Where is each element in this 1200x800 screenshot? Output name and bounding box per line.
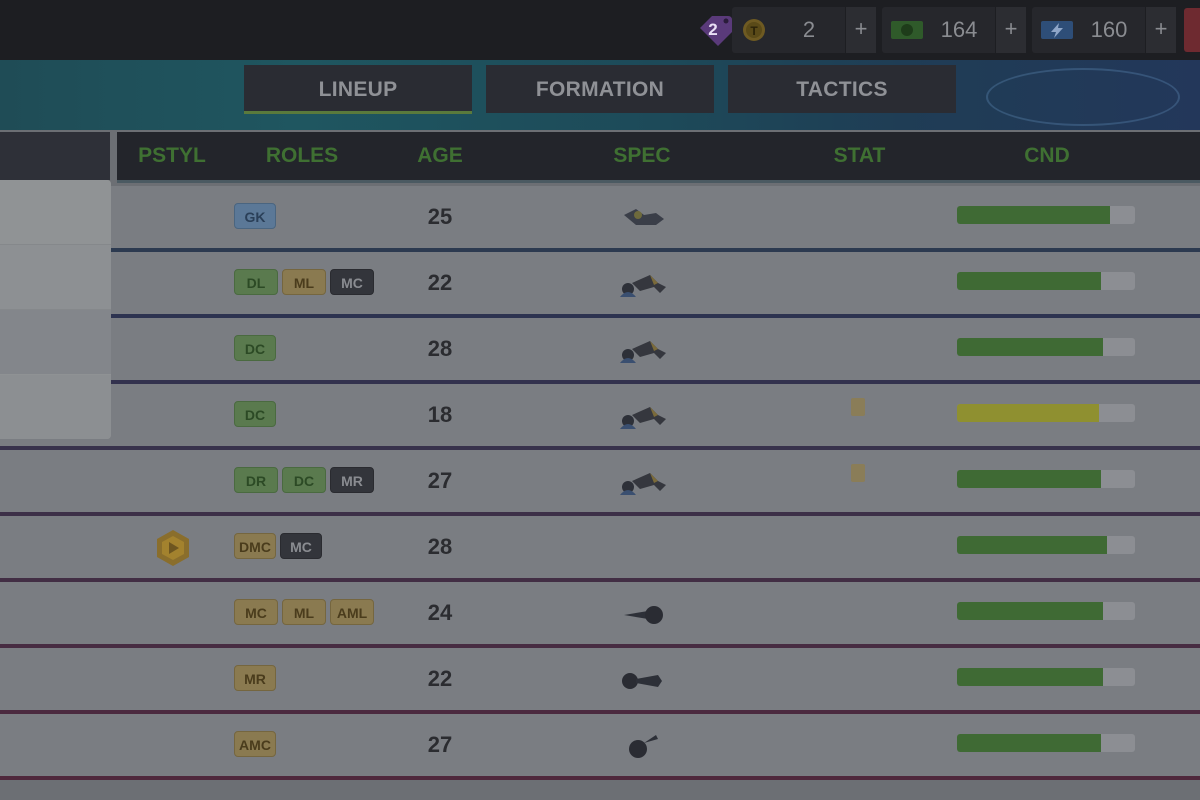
token-resource: T 2 + xyxy=(732,7,876,53)
col-roles[interactable]: ROLES xyxy=(237,132,367,180)
player-age: 28 xyxy=(427,336,453,361)
role-badge-mr: MR xyxy=(234,665,276,691)
role-badge-gk: GK xyxy=(234,203,276,229)
price-tag-icon[interactable]: 2 xyxy=(696,12,736,48)
condition-fill xyxy=(957,206,1111,224)
tackle-icon xyxy=(620,275,666,297)
player-name-panel xyxy=(0,180,111,439)
panel-row[interactable] xyxy=(0,245,111,310)
condition-bar xyxy=(957,206,1135,224)
condition-bar xyxy=(957,338,1135,356)
tag-count: 2 xyxy=(708,20,718,39)
condition-bar xyxy=(957,404,1135,422)
col-stat[interactable]: STAT xyxy=(807,132,912,180)
cash-icon xyxy=(891,21,923,39)
player-age: 22 xyxy=(427,270,453,295)
player-age: 28 xyxy=(427,534,453,559)
panel-row-selected[interactable] xyxy=(0,310,111,374)
role-badge-mc: MC xyxy=(330,269,374,295)
cash-resource: 164 + xyxy=(882,7,1026,53)
condition-bar xyxy=(957,536,1135,554)
condition-fill xyxy=(957,668,1103,686)
shooting-icon xyxy=(624,606,663,624)
add-tokens-button[interactable]: + xyxy=(845,7,876,53)
goalkeeper-glove-icon xyxy=(624,209,664,225)
table-row[interactable]: DR DC MR 27 xyxy=(0,450,1200,516)
svg-text:T: T xyxy=(750,24,758,38)
table-row[interactable]: DMC MC 28 xyxy=(0,516,1200,582)
table-row[interactable]: MC ML AML 24 xyxy=(0,582,1200,648)
role-badge-dc: DC xyxy=(282,467,326,493)
table-row[interactable]: GK 25 xyxy=(0,186,1200,252)
top-bar: 2 T 2 + 164 + 160 + xyxy=(0,0,1200,60)
stat-flag-icon xyxy=(851,464,865,482)
playmaker-badge-icon[interactable] xyxy=(154,528,192,568)
role-badge-dc: DC xyxy=(234,401,276,427)
add-energy-button[interactable]: + xyxy=(1145,7,1176,53)
tackle-icon xyxy=(620,341,666,363)
banner-decoration xyxy=(986,68,1180,126)
table-row[interactable]: DC 28 xyxy=(0,318,1200,384)
col-cnd[interactable]: CND xyxy=(997,132,1097,180)
add-cash-button[interactable]: + xyxy=(995,7,1026,53)
col-spec[interactable]: SPEC xyxy=(587,132,697,180)
energy-resource: 160 + xyxy=(1032,7,1176,53)
condition-fill xyxy=(957,338,1103,356)
condition-bar xyxy=(957,602,1135,620)
energy-value: 160 xyxy=(1090,17,1128,42)
condition-fill xyxy=(957,470,1102,488)
ball-flight-icon xyxy=(629,735,658,758)
header-left-cell xyxy=(0,132,110,180)
role-badge-aml: AML xyxy=(330,599,374,625)
tab-tactics[interactable]: TACTICS xyxy=(728,65,956,113)
tackle-icon xyxy=(620,407,666,429)
col-pstyl[interactable]: PSTYL xyxy=(127,132,217,180)
condition-bar xyxy=(957,668,1135,686)
table-row[interactable]: DC 18 xyxy=(0,384,1200,450)
panel-row[interactable] xyxy=(0,180,111,245)
tackle-icon xyxy=(620,473,666,495)
role-badge-dmc: DMC xyxy=(234,533,276,559)
role-badge-ml: ML xyxy=(282,599,326,625)
token-coin-icon: T xyxy=(743,19,765,41)
table-row[interactable]: AMC 27 xyxy=(0,714,1200,780)
row-divider xyxy=(0,776,1200,780)
player-age: 24 xyxy=(427,600,453,625)
token-value: 2 xyxy=(802,17,816,42)
panel-row[interactable] xyxy=(0,375,111,439)
table-header: PSTYL ROLES AGE SPEC STAT CND xyxy=(117,132,1200,183)
alert-edge-button[interactable] xyxy=(1184,8,1200,52)
condition-bar xyxy=(957,734,1135,752)
table-row[interactable]: MR 22 xyxy=(0,648,1200,714)
player-age: 22 xyxy=(427,666,453,691)
role-badge-ml: ML xyxy=(282,269,326,295)
condition-fill xyxy=(957,272,1102,290)
player-age: 27 xyxy=(427,468,453,493)
role-badge-dr: DR xyxy=(234,467,278,493)
condition-bar xyxy=(957,470,1135,488)
table-row[interactable]: DL ML MC 22 xyxy=(0,252,1200,318)
player-age: 27 xyxy=(427,732,453,757)
condition-fill xyxy=(957,404,1100,422)
role-badge-dc: DC xyxy=(234,335,276,361)
condition-fill xyxy=(957,734,1102,752)
cash-value: 164 xyxy=(940,17,978,42)
condition-fill xyxy=(957,536,1107,554)
role-badge-mr: MR xyxy=(330,467,374,493)
player-age: 18 xyxy=(427,402,453,427)
dribbling-icon xyxy=(622,673,662,689)
tab-lineup[interactable]: LINEUP xyxy=(244,65,472,114)
col-age[interactable]: AGE xyxy=(405,132,475,180)
condition-bar xyxy=(957,272,1135,290)
stat-flag-icon xyxy=(851,398,865,416)
role-badge-mc: MC xyxy=(234,599,278,625)
player-age: 25 xyxy=(427,204,453,229)
tab-formation[interactable]: FORMATION xyxy=(486,65,714,113)
role-badge-mc: MC xyxy=(280,533,322,559)
role-badge-amc: AMC xyxy=(234,731,276,757)
role-badge-dl: DL xyxy=(234,269,278,295)
energy-bolt-icon xyxy=(1041,21,1073,39)
condition-fill xyxy=(957,602,1103,620)
